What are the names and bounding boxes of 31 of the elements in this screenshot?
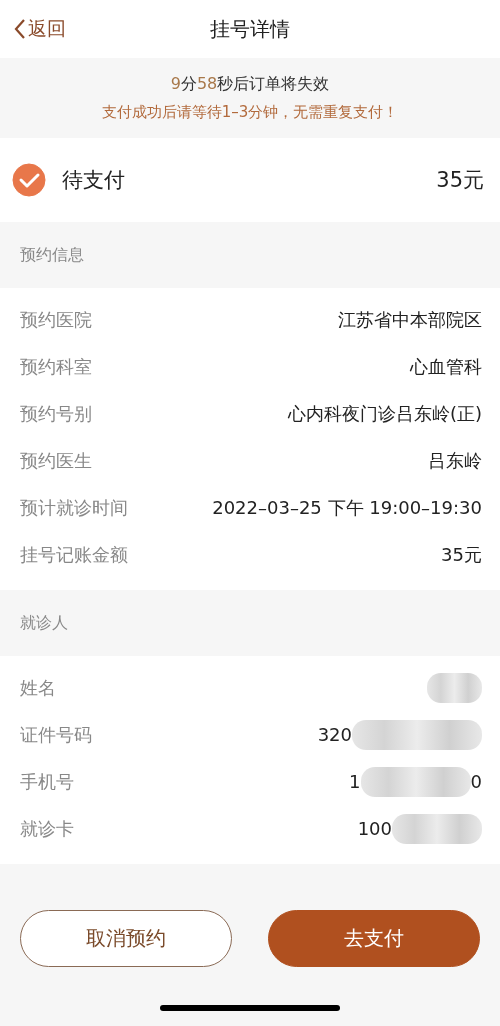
field-value: 吕东岭 xyxy=(428,448,482,473)
section-title: 预约信息 xyxy=(19,243,85,266)
cancel-button[interactable]: 取消预约 xyxy=(20,910,232,967)
field-label: 手机号 xyxy=(20,769,74,794)
field-label: 姓名 xyxy=(20,675,56,700)
field-value: 2022–03–25 下午 19:00–19:30 xyxy=(212,495,482,520)
section-title: 就诊人 xyxy=(19,611,69,634)
back-link[interactable]: 返回 xyxy=(0,16,66,42)
field-label: 挂号记账金额 xyxy=(20,542,128,567)
pay-button[interactable]: 去支付 xyxy=(268,910,480,967)
amount: 35元 xyxy=(436,167,484,194)
page-title: 挂号详情 xyxy=(210,15,290,43)
field-label: 就诊卡 xyxy=(20,816,74,841)
field-value: 320 xyxy=(317,724,352,745)
field-value: 心内科夜门诊吕东岭(正) xyxy=(287,401,482,426)
field-label: 预约科室 xyxy=(20,354,92,379)
field-value: 心血管科 xyxy=(410,354,482,379)
field-label: 预约号别 xyxy=(20,401,92,426)
status-label: 待支付 xyxy=(62,167,126,194)
field-value: 100 xyxy=(357,818,392,839)
field-label: 预计就诊时间 xyxy=(20,495,128,520)
payment-tip: 支付成功后请等待1–3分钟，无需重复支付！ xyxy=(101,103,399,122)
field-label: 证件号码 xyxy=(20,722,92,747)
chevron-left-icon xyxy=(14,18,26,40)
field-value: 35元 xyxy=(441,542,482,567)
field-value: 江苏省中本部院区 xyxy=(338,307,482,332)
countdown-text: 9分58秒后订单将失效 xyxy=(170,74,330,95)
field-value: 1 xyxy=(349,771,361,792)
field-label: 预约医生 xyxy=(20,448,92,473)
field-label: 预约医院 xyxy=(20,307,92,332)
field-value: 0 xyxy=(470,771,482,792)
